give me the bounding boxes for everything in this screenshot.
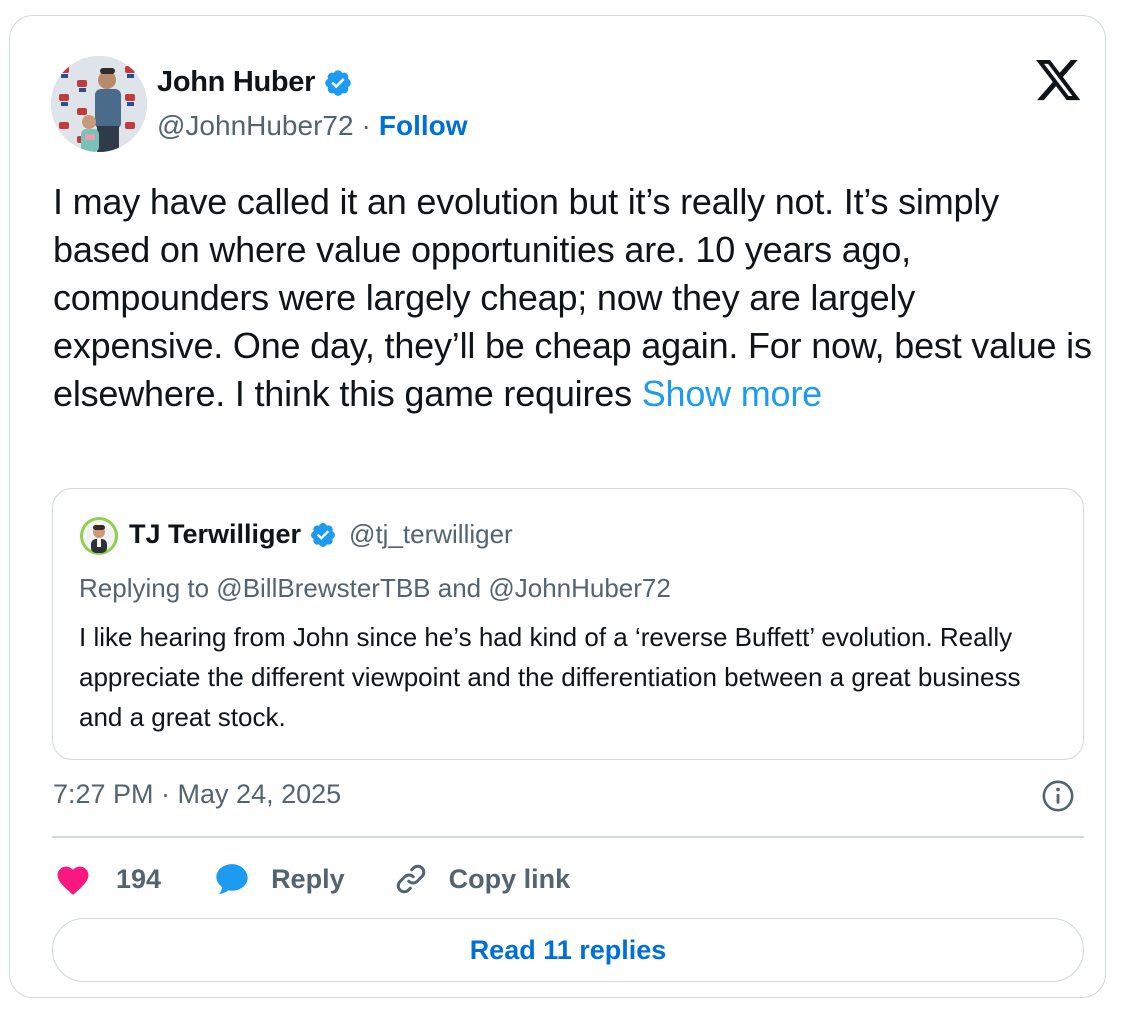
author-name[interactable]: John Huber bbox=[157, 66, 315, 99]
author-name-row: John Huber bbox=[157, 66, 353, 99]
quoted-tweet[interactable]: TJ Terwilliger @tj_terwilliger Replying … bbox=[52, 488, 1084, 760]
read-replies-button[interactable]: Read 11 replies bbox=[52, 918, 1084, 982]
quoted-author-handle[interactable]: @tj_terwilliger bbox=[349, 519, 513, 550]
tweet-body-text: I may have called it an evolution but it… bbox=[53, 181, 1092, 414]
handle-separator: · bbox=[361, 110, 371, 141]
quoted-author-avatar bbox=[80, 517, 118, 555]
author-handle-row: @JohnHuber72 · Follow bbox=[157, 110, 468, 142]
x-logo-icon[interactable] bbox=[1036, 60, 1082, 102]
tweet-timestamp[interactable]: 7:27 PM · May 24, 2025 bbox=[53, 779, 341, 810]
tweet-body: I may have called it an evolution but it… bbox=[53, 178, 1093, 418]
copy-link-button[interactable]: Copy link bbox=[393, 861, 571, 897]
speech-bubble-icon bbox=[213, 861, 251, 897]
like-count: 194 bbox=[116, 863, 162, 894]
info-icon[interactable] bbox=[1041, 779, 1075, 813]
embedded-tweet-card: John Huber @JohnHuber72 · Follow I may h… bbox=[9, 15, 1106, 998]
divider bbox=[52, 836, 1084, 838]
replying-to: Replying to @BillBrewsterTBB and @JohnHu… bbox=[79, 573, 671, 603]
author-avatar[interactable] bbox=[51, 56, 147, 152]
link-icon bbox=[393, 861, 429, 897]
quoted-header: TJ Terwilliger @tj_terwilliger bbox=[129, 519, 513, 550]
heart-icon bbox=[54, 862, 92, 896]
verified-badge-icon bbox=[309, 521, 337, 549]
quoted-tweet-body: I like hearing from John since he’s had … bbox=[79, 622, 1021, 732]
author-handle[interactable]: @JohnHuber72 bbox=[157, 110, 354, 142]
reply-label: Reply bbox=[271, 863, 345, 894]
like-button[interactable]: 194 bbox=[54, 862, 161, 896]
quoted-author-name[interactable]: TJ Terwilliger bbox=[129, 519, 301, 550]
verified-badge-icon bbox=[323, 68, 353, 98]
reply-button[interactable]: Reply bbox=[213, 861, 345, 897]
action-bar: 194 Reply Copy link bbox=[54, 856, 570, 902]
show-more-link[interactable]: Show more bbox=[642, 373, 822, 414]
follow-link[interactable]: Follow bbox=[379, 110, 468, 142]
copy-link-label: Copy link bbox=[448, 863, 571, 894]
